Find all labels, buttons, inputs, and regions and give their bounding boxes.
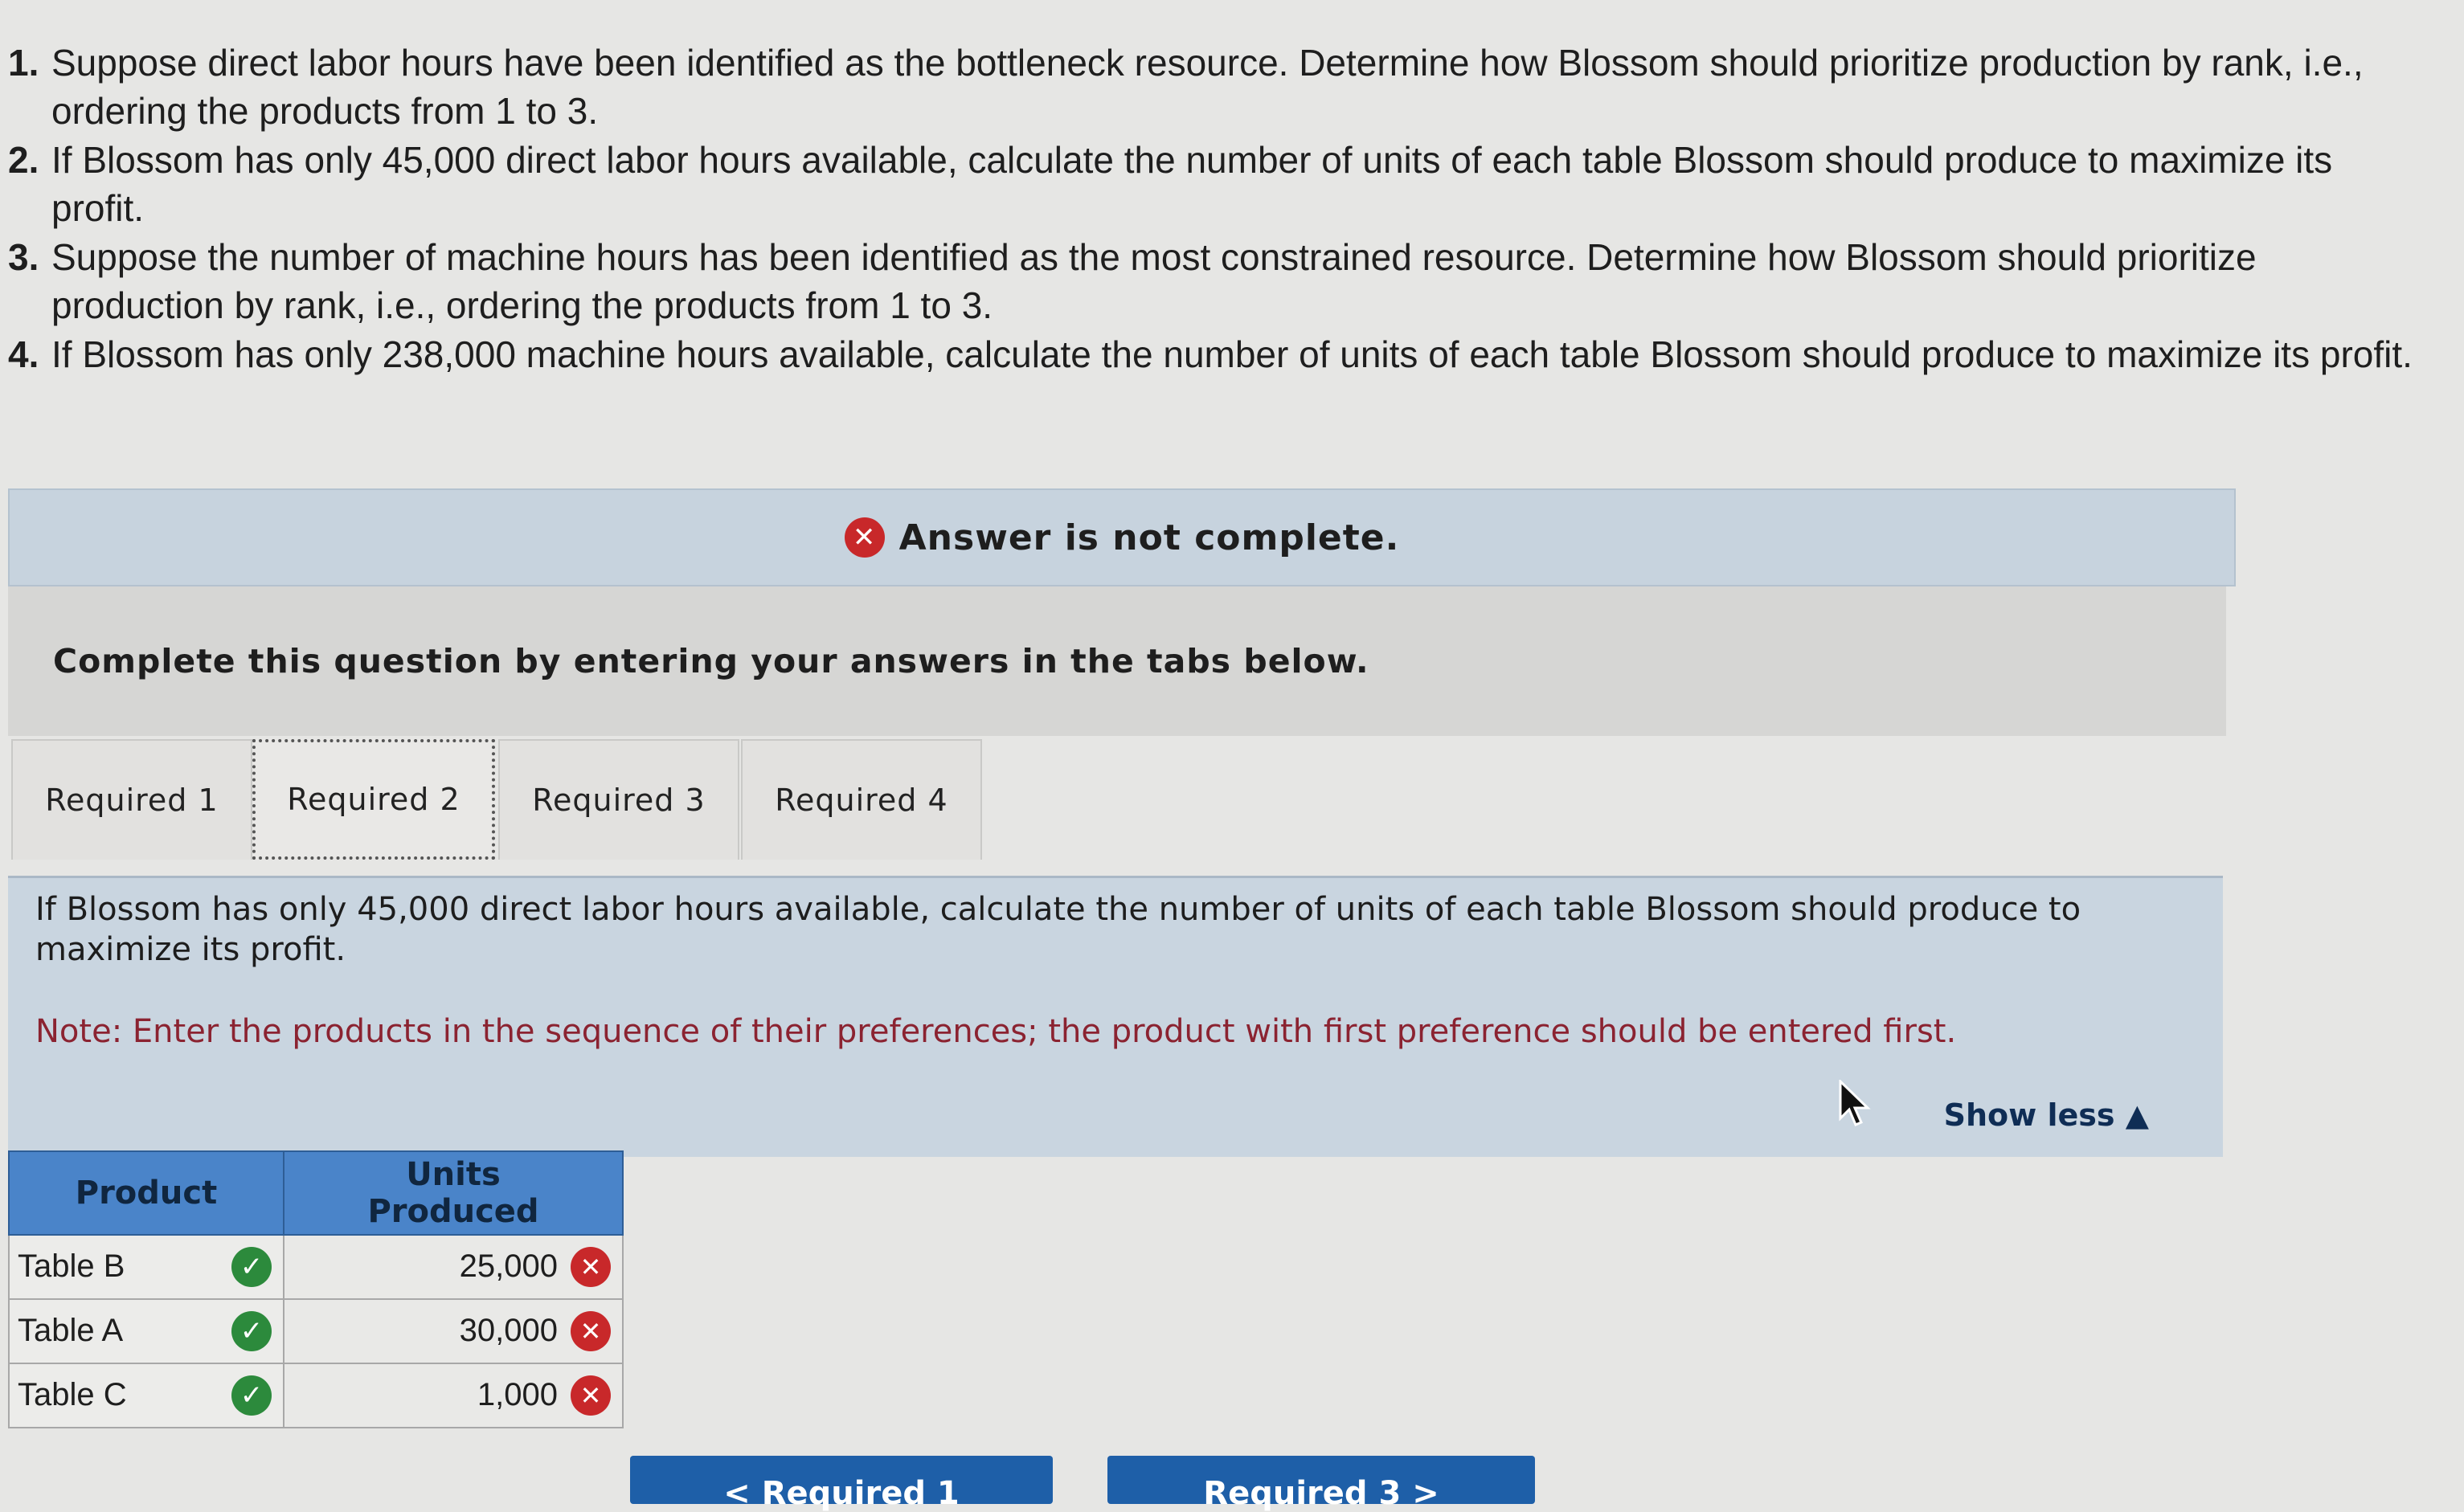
tab-required-4[interactable]: Required 4 (741, 739, 982, 860)
question-description: If Blossom has only 45,000 direct labor … (35, 891, 2081, 968)
product-value: Table C (18, 1377, 127, 1412)
question-text: Suppose the number of machine hours has … (51, 236, 2257, 326)
product-cell[interactable]: Table B ✓ (8, 1234, 284, 1300)
x-circle-icon: ✕ (844, 517, 885, 558)
question-number: 3. (8, 236, 39, 278)
tab-required-2[interactable]: Required 2 (252, 739, 495, 860)
question-text: If Blossom has only 238,000 machine hour… (51, 333, 2413, 375)
next-required-button[interactable]: Required 3 > (1107, 1456, 1535, 1512)
tab-required-1[interactable]: Required 1 (11, 739, 252, 860)
tab-required-3[interactable]: Required 3 (498, 739, 739, 860)
column-header-product: Product (8, 1150, 284, 1236)
check-circle-icon: ✓ (231, 1247, 272, 1287)
check-circle-icon: ✓ (231, 1311, 272, 1351)
product-value: Table A (18, 1313, 124, 1348)
product-value: Table B (18, 1248, 125, 1284)
table-row: Table A ✓ 30,000 ✕ (8, 1298, 624, 1364)
question-number: 2. (8, 139, 39, 181)
instructions-bar: Complete this question by entering your … (8, 586, 2226, 736)
question-number: 4. (8, 333, 39, 375)
question-note: Note: Enter the products in the sequence… (35, 1013, 1957, 1050)
column-header-units-produced: Units Produced (283, 1150, 624, 1236)
question-1: 1. Suppose direct labor hours have been i… (8, 39, 2419, 135)
units-cell[interactable]: 1,000 ✕ (283, 1363, 624, 1428)
x-circle-icon: ✕ (571, 1311, 611, 1351)
question-3: 3. Suppose the number of machine hours ha… (8, 233, 2419, 329)
question-content-panel: If Blossom has only 45,000 direct labor … (8, 876, 2223, 1157)
answer-status-text: Answer is not complete. (898, 517, 1400, 558)
question-list: 1. Suppose direct labor hours have been i… (8, 39, 2419, 379)
product-cell[interactable]: Table C ✓ (8, 1363, 284, 1428)
units-cell[interactable]: 25,000 ✕ (283, 1234, 624, 1300)
units-produced-table: Product Units Produced Table B ✓ 25,000 … (8, 1150, 624, 1428)
question-4: 4. If Blossom has only 238,000 machine ho… (8, 330, 2419, 378)
instructions-text: Complete this question by entering your … (53, 642, 1369, 680)
question-text: Suppose direct labor hours have been ide… (51, 42, 2364, 132)
question-text: If Blossom has only 45,000 direct labor … (51, 139, 2333, 229)
table-header-row: Product Units Produced (8, 1150, 624, 1236)
x-circle-icon: ✕ (571, 1375, 611, 1416)
units-value: 25,000 (459, 1248, 558, 1284)
check-circle-icon: ✓ (231, 1375, 272, 1416)
mouse-cursor-icon (1839, 1080, 1871, 1126)
show-less-toggle[interactable]: Show less ▲ (1944, 1097, 2149, 1133)
question-number: 1. (8, 42, 39, 84)
table-row: Table B ✓ 25,000 ✕ (8, 1234, 624, 1300)
x-circle-icon: ✕ (571, 1247, 611, 1287)
answer-status-banner: ✕ Answer is not complete. (8, 488, 2236, 586)
table-row: Table C ✓ 1,000 ✕ (8, 1363, 624, 1428)
product-cell[interactable]: Table A ✓ (8, 1298, 284, 1364)
question-2: 2. If Blossom has only 45,000 direct labo… (8, 136, 2419, 232)
units-cell[interactable]: 30,000 ✕ (283, 1298, 624, 1364)
units-value: 1,000 (477, 1377, 558, 1412)
prev-required-button[interactable]: < Required 1 (630, 1456, 1053, 1512)
units-value: 30,000 (459, 1313, 558, 1348)
